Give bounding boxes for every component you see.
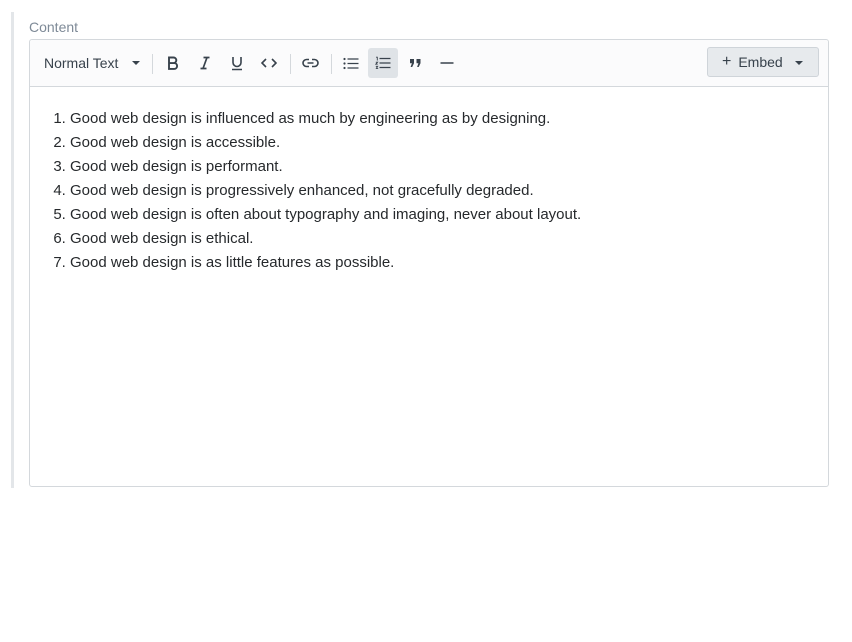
- plus-icon: +: [722, 53, 732, 70]
- underline-button[interactable]: [222, 48, 252, 78]
- code-button[interactable]: [254, 48, 284, 78]
- list-item: Good web design is often about typograph…: [70, 203, 828, 227]
- blockquote-button[interactable]: [400, 48, 430, 78]
- list-item: Good web design is accessible.: [70, 131, 828, 155]
- list-item: Good web design is performant.: [70, 155, 828, 179]
- chevron-down-icon: [795, 61, 803, 65]
- italic-button[interactable]: [190, 48, 220, 78]
- content-field: Content Normal Text + Embed 1. Good web …: [11, 12, 833, 488]
- text-format-label: Normal Text: [44, 55, 119, 71]
- italic-icon: [200, 56, 210, 70]
- field-label: Content: [29, 19, 79, 35]
- code-icon: [261, 58, 277, 68]
- bold-icon: [168, 56, 178, 70]
- numbered-list-icon: [375, 56, 391, 69]
- horizontal-rule-button[interactable]: [432, 48, 462, 78]
- bulleted-list-button[interactable]: [336, 48, 366, 78]
- link-button[interactable]: [295, 48, 325, 78]
- link-icon: [301, 58, 319, 68]
- chevron-down-icon: [132, 61, 140, 65]
- underline-icon: [232, 56, 242, 70]
- toolbar-divider: [331, 54, 332, 74]
- horizontal-rule-icon: [440, 62, 454, 64]
- rich-text-editor: Normal Text + Embed 1. Good web design i…: [29, 39, 829, 487]
- bulleted-list-icon: [343, 57, 359, 69]
- bold-button[interactable]: [158, 48, 188, 78]
- list-item: Good web design is as little features as…: [70, 251, 828, 275]
- toolbar-divider: [152, 54, 153, 74]
- list-item: Good web design is ethical.: [70, 227, 828, 251]
- text-format-dropdown[interactable]: Normal Text: [36, 48, 143, 78]
- list-item: Good web design is influenced as much by…: [70, 107, 828, 131]
- editor-toolbar: Normal Text + Embed: [30, 40, 828, 87]
- numbered-list-button[interactable]: [368, 48, 398, 78]
- list-item: Good web design is progressively enhance…: [70, 179, 828, 203]
- quote-icon: [409, 59, 420, 67]
- embed-button[interactable]: + Embed: [707, 47, 819, 77]
- embed-label: Embed: [738, 54, 783, 70]
- toolbar-divider: [290, 54, 291, 74]
- numbered-list: Good web design is influenced as much by…: [30, 107, 828, 275]
- editor-content[interactable]: Good web design is influenced as much by…: [30, 87, 828, 486]
